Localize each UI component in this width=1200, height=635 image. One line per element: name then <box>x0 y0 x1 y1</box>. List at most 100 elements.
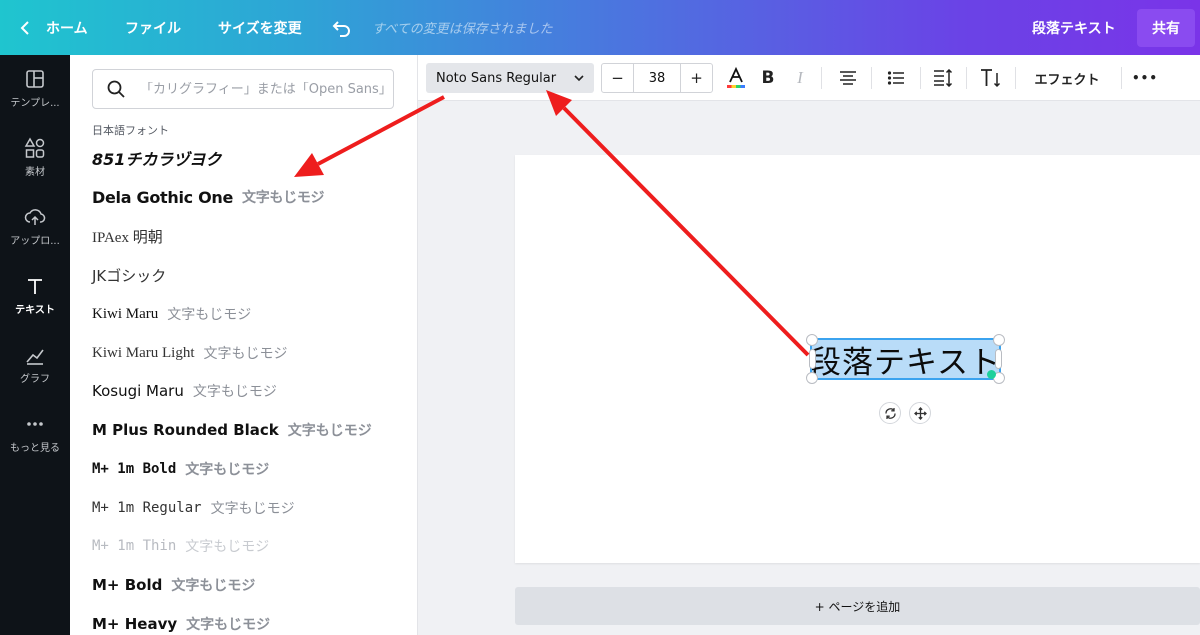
toolbar-divider <box>821 67 822 89</box>
font-family-value: Noto Sans Regular <box>436 70 557 86</box>
resize-button[interactable]: サイズを変更 <box>218 0 302 55</box>
font-name: M+ 1m Regular <box>92 500 202 516</box>
font-search-input[interactable] <box>140 81 390 97</box>
font-item[interactable]: M+ Heavy 文字もじモジ <box>92 609 270 635</box>
rotate-icon <box>884 407 896 419</box>
font-item[interactable]: M Plus Rounded Black 文字もじモジ <box>92 415 372 445</box>
bold-icon: B <box>761 68 775 88</box>
home-button[interactable]: ホーム <box>20 0 88 55</box>
font-name: JKゴシック <box>92 266 167 285</box>
bold-button[interactable]: B <box>754 63 782 93</box>
nav-elements[interactable]: 素材 <box>0 124 70 190</box>
side-handle[interactable] <box>809 349 816 369</box>
resize-handle[interactable] <box>806 372 818 384</box>
font-name: 851チカラヅヨク <box>92 150 222 169</box>
font-sample: 文字もじモジ <box>242 190 325 206</box>
font-item[interactable]: M+ 1m Bold 文字もじモジ <box>92 454 269 484</box>
more-icon <box>27 421 43 426</box>
resize-handle[interactable] <box>993 334 1005 346</box>
font-sample: 文字もじモジ <box>287 423 372 439</box>
nav-label: アップロ... <box>10 235 60 247</box>
align-button[interactable] <box>834 63 862 93</box>
font-item[interactable]: M+ Bold 文字もじモジ <box>92 570 255 600</box>
file-menu[interactable]: ファイル <box>125 0 181 55</box>
template-icon <box>26 69 44 88</box>
italic-button[interactable]: I <box>786 63 814 93</box>
share-button[interactable]: 共有 <box>1137 9 1195 47</box>
toolbar-divider <box>966 67 967 89</box>
font-sample: 文字もじモジ <box>203 347 288 362</box>
toolbar-divider <box>920 67 921 89</box>
move-icon <box>913 406 927 420</box>
decrease-size-button[interactable]: − <box>602 64 634 92</box>
text-toolbar: Noto Sans Regular − + B I エフェクト ••• <box>418 55 1200 101</box>
font-item[interactable]: Kiwi Maru 文字もじモジ <box>92 299 251 329</box>
nav-more[interactable]: もっと見る <box>0 400 70 466</box>
font-item[interactable]: M+ 1m Thin 文字もじモジ <box>92 531 269 561</box>
font-sample: 文字もじモジ <box>192 384 277 400</box>
font-sample: 文字もじモジ <box>185 462 270 478</box>
nav-templates[interactable]: テンプレ... <box>0 55 70 121</box>
nav-label: 素材 <box>25 166 45 178</box>
vertical-text-icon <box>981 69 1001 88</box>
elements-icon <box>24 136 45 158</box>
move-button[interactable] <box>909 402 931 424</box>
saved-status: すべての変更は保存されました <box>372 22 553 37</box>
top-bar: ホーム ファイル サイズを変更 すべての変更は保存されました 段落テキスト 共有 <box>0 0 1200 55</box>
more-options-button[interactable]: ••• <box>1130 63 1160 93</box>
font-name: Dela Gothic One <box>92 187 234 207</box>
undo-button[interactable] <box>332 0 352 55</box>
document-title[interactable]: 段落テキスト <box>1032 0 1116 55</box>
font-item[interactable]: JKゴシック <box>92 260 166 290</box>
nav-label: テキスト <box>15 304 55 316</box>
effects-button[interactable]: エフェクト <box>1026 63 1108 93</box>
font-item[interactable]: IPAex 明朝 <box>92 221 163 251</box>
spacing-button[interactable] <box>929 63 957 93</box>
increase-size-button[interactable]: + <box>680 64 712 92</box>
font-sample: 文字もじモジ <box>185 539 270 555</box>
font-size-input[interactable] <box>634 64 680 92</box>
font-family-dropdown[interactable]: Noto Sans Regular <box>426 63 594 93</box>
nav-uploads[interactable]: アップロ... <box>0 193 70 259</box>
font-name: Kiwi Maru <box>92 305 159 322</box>
font-sample: 文字もじモジ <box>171 578 256 594</box>
home-label: ホーム <box>46 20 88 37</box>
text-icon <box>28 278 42 294</box>
font-name: M+ 1m Bold <box>92 461 177 477</box>
search-icon <box>107 80 125 98</box>
toolbar-divider <box>1121 67 1122 89</box>
font-item[interactable]: Kosugi Maru 文字もじモジ <box>92 376 277 406</box>
selected-text-box[interactable]: 段落テキスト <box>810 338 1001 381</box>
font-name: IPAex 明朝 <box>92 229 163 246</box>
more-horizontal-icon: ••• <box>1131 71 1158 85</box>
nav-charts[interactable]: グラフ <box>0 331 70 397</box>
vertical-text-button[interactable] <box>977 63 1005 93</box>
add-page-button[interactable]: + ページを追加 <box>515 587 1200 625</box>
font-name: M+ Bold <box>92 576 163 594</box>
rotate-button[interactable] <box>879 402 901 424</box>
font-name: M+ 1m Thin <box>92 538 177 554</box>
text-color-icon <box>727 66 745 88</box>
nav-text[interactable]: テキスト <box>0 262 70 328</box>
line-spacing-icon <box>934 69 953 87</box>
font-sample: 文字もじモジ <box>167 308 252 323</box>
font-item[interactable]: 851チカラヅヨク <box>92 143 221 173</box>
section-label: 日本語フォント <box>92 124 169 137</box>
chevron-left-icon <box>20 20 29 35</box>
list-button[interactable] <box>882 63 910 93</box>
text-color-button[interactable] <box>722 63 750 93</box>
font-name: Kosugi Maru <box>92 382 184 400</box>
resize-handle[interactable] <box>806 334 818 346</box>
font-name: Kiwi Maru Light <box>92 344 195 361</box>
font-size-stepper: − + <box>601 63 713 93</box>
chevron-down-icon <box>574 75 584 82</box>
font-search-box[interactable] <box>92 69 394 109</box>
nav-label: グラフ <box>20 373 50 385</box>
font-item[interactable]: Kiwi Maru Light 文字もじモジ <box>92 338 288 368</box>
side-handle[interactable] <box>995 349 1002 369</box>
left-sidebar: テンプレ... 素材 アップロ... テキスト グラフ もっと見る <box>0 55 70 635</box>
font-sample: 文字もじモジ <box>186 617 271 633</box>
font-item[interactable]: M+ 1m Regular 文字もじモジ <box>92 493 295 523</box>
italic-icon: I <box>797 68 803 87</box>
font-item[interactable]: Dela Gothic One 文字もじモジ <box>92 182 325 212</box>
